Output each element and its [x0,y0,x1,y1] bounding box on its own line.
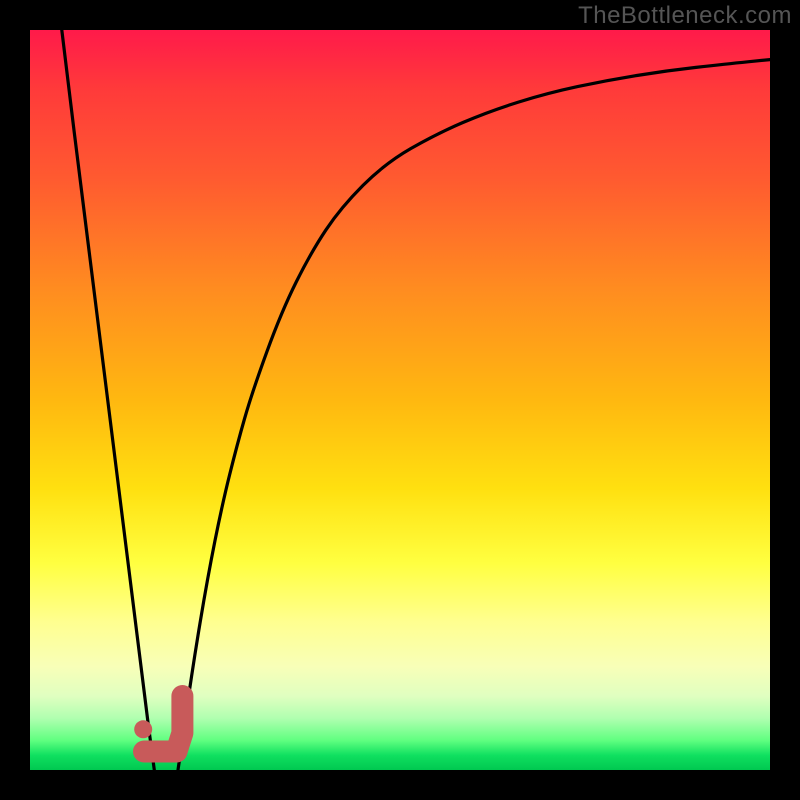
plot-area [30,30,770,770]
curve-left-descent [62,30,155,770]
curve-right [178,60,770,770]
chart-frame: TheBottleneck.com [0,0,800,800]
watermark-text: TheBottleneck.com [578,2,792,30]
j-dot [134,720,152,738]
chart-svg [30,30,770,770]
